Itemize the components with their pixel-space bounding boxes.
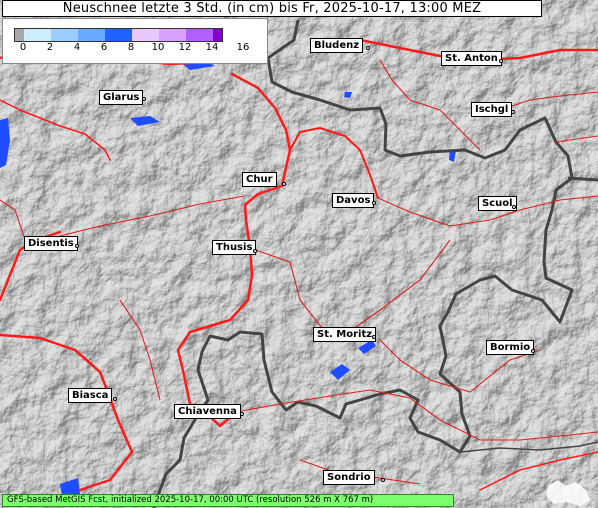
city-label-bludenz[interactable]: Bludenz xyxy=(310,38,364,53)
legend-swatch-0 xyxy=(15,29,24,41)
city-label-st-anton[interactable]: St. Anton xyxy=(441,51,502,66)
legend-tick: 0 xyxy=(19,42,27,53)
terrain-layer xyxy=(0,0,598,508)
legend-swatch-2 xyxy=(51,29,78,41)
legend-swatch-6 xyxy=(159,29,186,41)
city-marker-disentis xyxy=(75,244,79,248)
city-marker-st-moritz xyxy=(372,335,376,339)
city-marker-st-anton xyxy=(499,59,503,63)
city-label-ischgl[interactable]: Ischgl xyxy=(471,102,513,117)
legend-tick: 14 xyxy=(205,42,219,53)
legend-tick: 6 xyxy=(100,42,108,53)
city-marker-chur xyxy=(282,182,286,186)
legend: 0 2 4 6 8 10 12 14 16 xyxy=(2,18,268,64)
snowfall-map: Neuschnee letzte 3 Std. (in cm) bis Fr, … xyxy=(0,0,598,508)
legend-swatch-5 xyxy=(132,29,159,41)
legend-tick: 8 xyxy=(127,42,135,53)
legend-tick: 10 xyxy=(151,42,165,53)
city-label-sondrio[interactable]: Sondrio xyxy=(323,470,375,485)
map-title: Neuschnee letzte 3 Std. (in cm) bis Fr, … xyxy=(2,0,542,17)
legend-swatch-4 xyxy=(105,29,132,41)
border-east xyxy=(567,176,598,182)
city-marker-chiavenna xyxy=(240,412,244,416)
city-marker-sondrio xyxy=(381,478,385,482)
city-marker-glarus xyxy=(142,97,146,101)
legend-tick: 12 xyxy=(178,42,192,53)
city-label-scuol[interactable]: Scuol xyxy=(478,196,517,211)
city-label-glarus[interactable]: Glarus xyxy=(99,90,144,105)
legend-swatch-7 xyxy=(186,29,213,41)
legend-tick: 4 xyxy=(73,42,81,53)
legend-swatch-1 xyxy=(24,29,51,41)
city-marker-thusis xyxy=(253,249,257,253)
city-label-bormio[interactable]: Bormio xyxy=(486,340,535,355)
relief-shading xyxy=(0,0,598,508)
legend-tick: 2 xyxy=(46,42,54,53)
city-marker-ischgl xyxy=(511,110,515,114)
legend-ticks: 0 2 4 6 8 10 12 14 16 xyxy=(3,42,269,62)
legend-tick: 16 xyxy=(236,42,250,53)
city-label-disentis[interactable]: Disentis xyxy=(24,236,78,251)
city-marker-scuol xyxy=(512,205,516,209)
city-label-st-moritz[interactable]: St. Moritz xyxy=(313,327,377,342)
legend-colorbar xyxy=(14,28,223,42)
city-label-davos[interactable]: Davos xyxy=(332,193,375,208)
forecast-info-footer: GFS-based MetGIS Fcst, initialized 2025-… xyxy=(2,494,454,507)
city-label-biasca[interactable]: Biasca xyxy=(68,388,113,403)
legend-swatch-3 xyxy=(78,29,105,41)
city-marker-bormio xyxy=(531,349,535,353)
city-label-thusis[interactable]: Thusis xyxy=(212,240,257,255)
city-marker-bludenz xyxy=(366,46,370,50)
city-label-chiavenna[interactable]: Chiavenna xyxy=(174,404,241,419)
city-marker-davos xyxy=(372,201,376,205)
city-label-chur[interactable]: Chur xyxy=(242,172,277,187)
legend-swatch-8 xyxy=(213,29,222,41)
city-marker-biasca xyxy=(113,397,117,401)
